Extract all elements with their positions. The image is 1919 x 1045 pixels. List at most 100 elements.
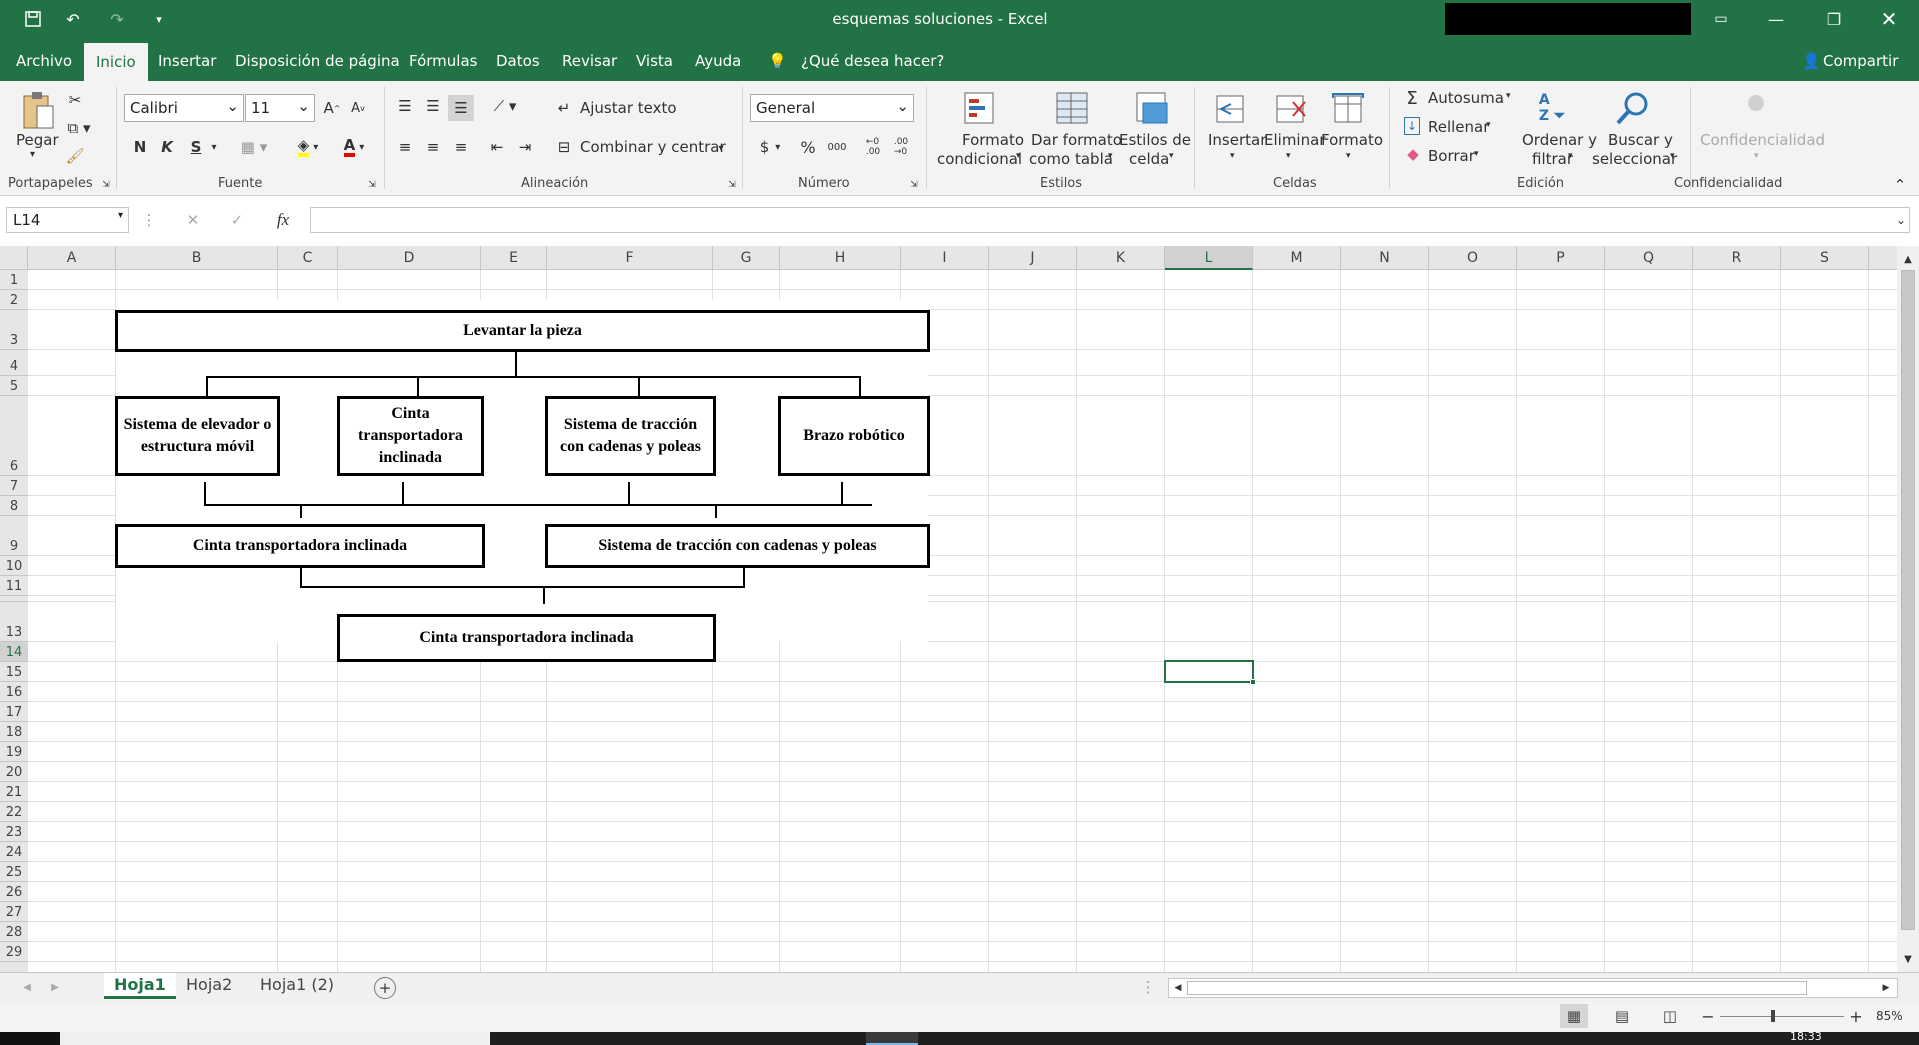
row-header-selected[interactable]: 14 (0, 642, 28, 662)
tab-insertar[interactable]: Insertar (158, 52, 216, 70)
delete-button[interactable]: Eliminar (1264, 131, 1325, 149)
tab-archivo[interactable]: Archivo (16, 52, 72, 70)
column-header[interactable]: H (780, 246, 901, 270)
row-header[interactable]: 25 (0, 862, 28, 882)
fill-handle[interactable] (1250, 679, 1256, 685)
row-header[interactable]: 13 (0, 602, 28, 642)
wrap-text-button[interactable]: Ajustar texto (580, 99, 677, 117)
expand-formula-icon[interactable]: ⌄ (1894, 212, 1908, 228)
column-header[interactable]: J (989, 246, 1077, 270)
conditional-format-label[interactable]: Formato (962, 131, 1024, 149)
page-layout-icon[interactable]: ▤ (1608, 1004, 1636, 1028)
borders-icon[interactable]: ▦ ▾ (236, 136, 272, 158)
clear-button[interactable]: Borrar (1428, 147, 1475, 165)
column-header[interactable]: M (1253, 246, 1341, 270)
align-middle-icon[interactable]: ☰ (422, 95, 444, 117)
dialog-launcher-icon[interactable]: ⇲ (366, 179, 378, 191)
format-table-label2[interactable]: como tabla (1029, 150, 1113, 168)
row-header[interactable]: 10 (0, 556, 28, 576)
zoom-in-icon[interactable]: + (1848, 1006, 1864, 1026)
cell-styles-label2[interactable]: celda (1129, 150, 1169, 168)
column-header[interactable]: S (1781, 246, 1869, 270)
font-color-icon[interactable]: A ▾ (334, 135, 374, 159)
zoom-thumb[interactable] (1771, 1010, 1775, 1022)
prev-sheet-icon[interactable]: ◀ (20, 979, 34, 995)
paste-dropdown-icon[interactable]: ▾ (30, 149, 35, 160)
row-header[interactable]: 28 (0, 922, 28, 942)
format-table-label[interactable]: Dar formato (1031, 131, 1122, 149)
tab-revisar[interactable]: Revisar (562, 52, 617, 70)
shrink-font-icon[interactable]: Av (348, 97, 368, 119)
tell-me-search[interactable]: ¿Qué desea hacer? (801, 52, 944, 70)
save-icon[interactable] (20, 6, 46, 32)
row-header[interactable]: 21 (0, 782, 28, 802)
row-header[interactable]: 9 (0, 516, 28, 556)
restore-button[interactable]: ❐ (1811, 0, 1857, 38)
number-format-box[interactable]: General ⌄ (750, 94, 914, 122)
row-header[interactable]: 26 (0, 882, 28, 902)
normal-view-icon[interactable]: ▦ (1560, 1004, 1588, 1028)
select-all-corner[interactable] (0, 246, 28, 270)
page-break-icon[interactable]: ◫ (1656, 1004, 1684, 1028)
drag-handle-icon[interactable]: ⋮ (142, 210, 157, 230)
merge-center-button[interactable]: Combinar y centrar (580, 138, 726, 156)
enter-icon[interactable]: ✓ (226, 209, 248, 231)
autosum-button[interactable]: Autosuma (1428, 89, 1504, 107)
format-table-icon[interactable] (1054, 90, 1092, 128)
format-cells-icon[interactable] (1330, 91, 1368, 127)
row-header[interactable]: 23 (0, 822, 28, 842)
increase-decimal-icon[interactable]: ←0.00 (862, 136, 884, 158)
increase-indent-icon[interactable]: ⇥ (514, 136, 536, 158)
vertical-scrollbar[interactable]: ▲ ▼ (1897, 246, 1919, 972)
column-header[interactable]: D (338, 246, 481, 270)
row-header[interactable]: 7 (0, 476, 28, 496)
row-header[interactable]: 5 (0, 376, 28, 396)
collapse-ribbon-icon[interactable]: ⌃ (1890, 176, 1910, 194)
diagram-box[interactable]: Cinta transportadora inclinada (337, 614, 716, 662)
insert-cells-icon[interactable] (1212, 91, 1250, 127)
sheet-tab-active[interactable]: Hoja1 (104, 973, 176, 999)
column-header[interactable]: G (713, 246, 780, 270)
decrease-decimal-icon[interactable]: .00 →0 (890, 136, 912, 158)
column-header[interactable]: R (1693, 246, 1781, 270)
cell-grid[interactable]: Levantar la pieza Sistema de elevador o … (28, 270, 1897, 972)
font-size-box[interactable]: 11 ⌄ (245, 94, 315, 122)
sheet-tab[interactable]: Hoja1 (2) (260, 975, 334, 994)
scroll-thumb[interactable] (1187, 981, 1807, 995)
tab-disposicion[interactable]: Disposición de página (235, 52, 400, 70)
diagram-box[interactable]: Cinta transportadora inclinada (337, 396, 484, 476)
tab-ayuda[interactable]: Ayuda (695, 52, 741, 70)
scroll-thumb[interactable] (1901, 270, 1915, 930)
row-header[interactable]: 19 (0, 742, 28, 762)
paste-label[interactable]: Pegar (16, 131, 59, 149)
sort-filter-label2[interactable]: filtrar (1532, 150, 1573, 168)
cut-icon[interactable]: ✂ (64, 89, 86, 111)
column-header[interactable]: K (1077, 246, 1165, 270)
row-header[interactable]: 1 (0, 270, 28, 290)
zoom-level[interactable]: 85% (1876, 1009, 1903, 1023)
diagram-box[interactable]: Brazo robótico (778, 396, 930, 476)
dialog-launcher-icon[interactable]: ⇲ (908, 179, 920, 191)
excel-taskbar-icon[interactable] (866, 1032, 918, 1045)
zoom-slider[interactable] (1720, 1016, 1844, 1017)
currency-icon[interactable]: $ ▾ (752, 136, 788, 158)
column-header[interactable]: P (1517, 246, 1605, 270)
zoom-out-icon[interactable]: − (1700, 1006, 1716, 1026)
row-header[interactable]: 6 (0, 396, 28, 476)
horizontal-scrollbar[interactable]: ◀ ▶ (1168, 978, 1898, 998)
italic-button[interactable]: K (157, 136, 177, 158)
underline-button[interactable]: S (186, 136, 206, 158)
fill-color-icon[interactable]: ◈ ▾ (288, 135, 328, 159)
undo-icon[interactable]: ↶ (60, 6, 86, 32)
align-left-icon[interactable]: ≡ (394, 136, 416, 158)
next-sheet-icon[interactable]: ▶ (48, 979, 62, 995)
row-header[interactable]: 3 (0, 310, 28, 350)
tab-inicio[interactable]: Inicio (84, 43, 148, 81)
diagram-box[interactable]: Sistema de tracción con cadenas y poleas (545, 396, 716, 476)
sheet-tab[interactable]: Hoja2 (186, 975, 232, 994)
align-center-icon[interactable]: ≡ (422, 136, 444, 158)
formula-input[interactable] (310, 207, 1910, 233)
row-header[interactable]: 29 (0, 942, 28, 962)
diagram-box[interactable]: Sistema de elevador o estructura móvil (115, 396, 280, 476)
align-right-icon[interactable]: ≡ (450, 136, 472, 158)
